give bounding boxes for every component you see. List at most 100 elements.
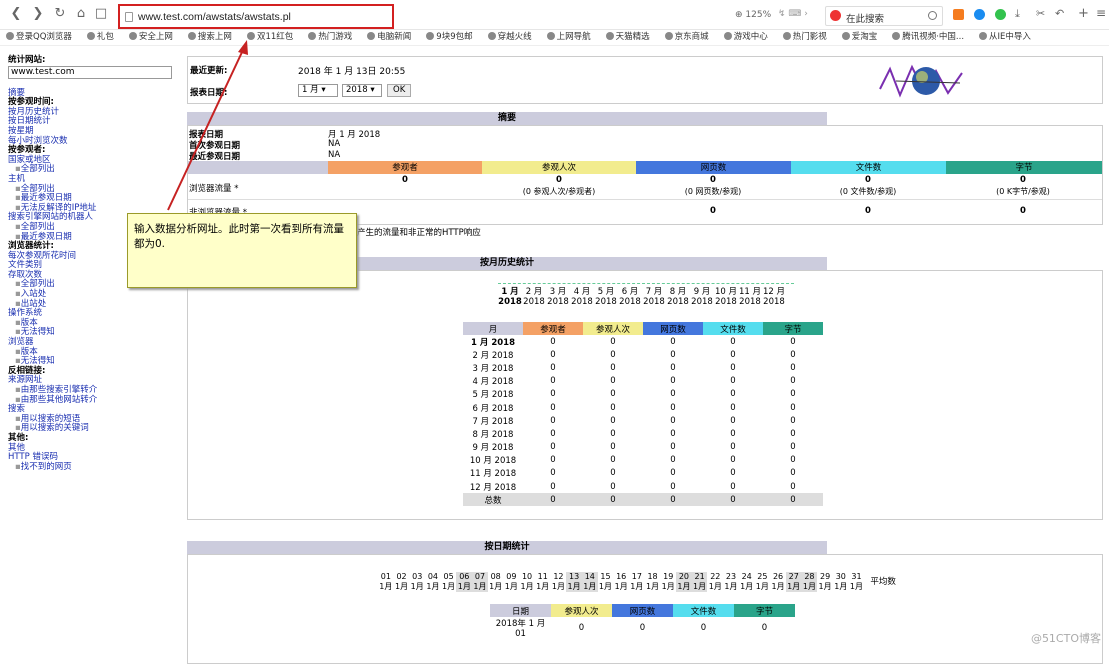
day-label: 24 1月 [739, 572, 755, 592]
day-label: 06 1月 [456, 572, 473, 592]
bookmark-item[interactable]: 穿越火线 [482, 30, 532, 45]
bookmark-item[interactable]: 上网导航 [541, 30, 591, 45]
month-name: 7 月 [645, 287, 663, 297]
bookmark-icon [841, 32, 850, 40]
bookmark-item[interactable]: 安全上网 [123, 30, 173, 45]
tabs-icon[interactable]: □ [93, 6, 109, 22]
monthly-cell: 0 [670, 389, 676, 400]
day-month: 1月 [583, 582, 597, 591]
day-label: 02 1月 [394, 572, 410, 592]
monthly-cell: 0 [790, 428, 796, 439]
download-icon[interactable]: ⤓ [1015, 7, 1020, 21]
site-input[interactable]: www.test.com [8, 65, 172, 79]
sidebar-item-link[interactable]: 用以搜索的关键词 [8, 424, 176, 434]
bookmark-item[interactable]: 登录QQ浏览器 [0, 30, 72, 45]
ok-button[interactable]: OK [387, 84, 412, 97]
bookmark-label: 热门游戏 [318, 32, 353, 42]
bookmark-label: 热门影视 [792, 32, 827, 42]
search-engine-icon[interactable] [830, 10, 841, 21]
monthly-cell: 0 [610, 468, 616, 479]
play-icon[interactable] [974, 9, 985, 20]
day-label: 22 1月 [707, 572, 723, 592]
day-number: 26 [772, 572, 784, 581]
monthly-cell: 0 [730, 362, 736, 373]
day-label: 05 1月 [441, 572, 457, 592]
bookmark-item[interactable]: 腾讯视频·中国... [886, 30, 964, 45]
scissors-icon[interactable]: ✂ [1036, 7, 1045, 20]
address-bar[interactable]: www.test.com/awstats/awstats.pl [118, 4, 394, 29]
month-year: 2018 [571, 297, 593, 307]
search-icon[interactable] [928, 11, 937, 20]
monthly-table-grid: 月参观者 参观人次 网页数 文件数 字节 1 月 2018 0 0 0 0 0 2 月 2018 0 0 0… [463, 322, 823, 507]
url-text[interactable]: www.test.com/awstats/awstats.pl [138, 11, 291, 23]
bookmark-item[interactable]: 从IE中导入 [973, 30, 1031, 45]
video-icon[interactable] [953, 9, 964, 20]
month-name: 5 月 [597, 287, 615, 297]
day-month: 1月 [724, 582, 738, 591]
menu-icon[interactable]: ≡ [1096, 6, 1106, 20]
col-bytes: 字节 [946, 161, 1102, 174]
bookmark-item[interactable]: 9块9包邮 [420, 30, 473, 45]
day-number: 14 [584, 572, 595, 581]
chat-icon[interactable] [995, 9, 1006, 20]
day-month: 1月 [645, 582, 660, 591]
summary-title: 摘要 [187, 112, 827, 125]
daily-header-cell: 日期 [490, 604, 551, 617]
bookmark-item[interactable]: 搜索上网 [182, 30, 232, 45]
sidebar-item-link[interactable]: 全部列出 [8, 165, 176, 175]
day-number: 18 [647, 572, 658, 581]
day-month: 1月 [771, 582, 785, 591]
traffic-subtext: (0 参观人次/参观者) [522, 187, 596, 196]
bookmark-icon [128, 32, 137, 40]
bookmark-item[interactable]: 热门游戏 [302, 30, 352, 45]
day-label: 16 1月 [613, 572, 629, 592]
back-icon[interactable]: ❮ [8, 6, 24, 22]
zoom-level[interactable]: ⊕ 125% [735, 10, 771, 20]
sidebar-item-link[interactable]: 找不到的网页 [8, 462, 176, 473]
month-label: 7 月 2018 [642, 287, 666, 307]
monthly-cell: 0 [610, 336, 616, 347]
day-month: 1月 [442, 582, 456, 591]
col-pages: 网页数 [636, 161, 791, 174]
bookmark-item[interactable]: 天猫精选 [600, 30, 650, 45]
bookmark-item[interactable]: 京东商城 [659, 30, 709, 45]
new-tab-icon[interactable]: + [1078, 6, 1089, 21]
day-number: 23 [725, 572, 737, 581]
traffic-value: 0 [556, 175, 562, 185]
monthly-total-row: 总数 0 0 0 0 0 [463, 493, 823, 507]
refresh-icon[interactable]: ↻ [52, 6, 68, 22]
bookmark-item[interactable]: 礼包 [81, 30, 114, 45]
monthly-cell: 6 月 2018 [472, 403, 514, 414]
home-icon[interactable]: ⌂ [73, 6, 89, 22]
sidebar-item-link[interactable]: 由那些其他网站转介 [8, 395, 176, 406]
bookmark-item[interactable]: 双11红包 [241, 30, 293, 45]
month-label: 10 月 2018 [714, 287, 738, 307]
bookmark-item[interactable]: 热门影视 [777, 30, 827, 45]
year-select[interactable]: 2018 ▾ [342, 84, 382, 97]
day-month: 1月 [787, 582, 801, 591]
day-label: 27 1月 [785, 572, 802, 592]
bookmark-item[interactable]: 电脑新闻 [361, 30, 411, 45]
bookmark-item[interactable]: 爱淘宝 [836, 30, 877, 45]
monthly-cell: 7 月 2018 [472, 416, 514, 427]
month-year: 2018 [715, 297, 737, 307]
day-number: 03 [412, 572, 423, 581]
undo-icon[interactable]: ↶ [1055, 7, 1064, 20]
search-input[interactable]: 在此搜索 [846, 11, 884, 25]
daily-header-cell: 字节 [734, 604, 795, 617]
daily-header-cell: 文件数 [673, 604, 734, 617]
lightning-icon[interactable]: ↯ ⌨ › [778, 9, 808, 19]
day-number: 20 [678, 572, 689, 581]
search-box[interactable]: 在此搜索 [825, 6, 943, 26]
monthly-header-cell: 网页数 [643, 322, 703, 335]
bookmark-item[interactable]: 游戏中心 [718, 30, 768, 45]
bookmark-label: 礼包 [96, 32, 114, 42]
monthly-header-cell: 参观者 [523, 322, 583, 335]
summary-footnote: 产生的流量和非正常的HTTP响应 [357, 228, 481, 238]
monthly-cell: 0 [550, 428, 556, 439]
monthly-cell: 1 月 2018 [471, 337, 515, 348]
forward-icon[interactable]: ❯ [30, 6, 46, 22]
month-select[interactable]: 1 月 ▾ [298, 84, 338, 97]
day-number: 21 [694, 572, 705, 581]
bookmark-icon [664, 32, 673, 40]
